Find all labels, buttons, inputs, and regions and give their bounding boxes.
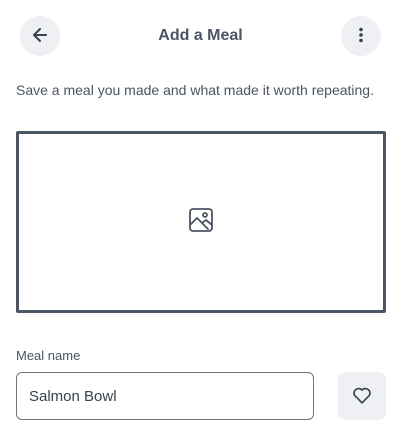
page-subtitle: Save a meal you made and what made it wo… bbox=[16, 82, 374, 98]
favorite-button[interactable] bbox=[338, 372, 386, 420]
more-options-button[interactable] bbox=[341, 16, 381, 56]
heart-icon bbox=[351, 384, 373, 409]
more-vertical-icon bbox=[351, 25, 371, 48]
meal-name-label: Meal name bbox=[16, 348, 81, 363]
add-meal-screen: Add a Meal Save a meal you made and what… bbox=[0, 0, 401, 438]
meal-name-input[interactable] bbox=[16, 372, 314, 420]
photo-upload-area[interactable] bbox=[16, 131, 386, 313]
image-icon bbox=[188, 207, 214, 238]
